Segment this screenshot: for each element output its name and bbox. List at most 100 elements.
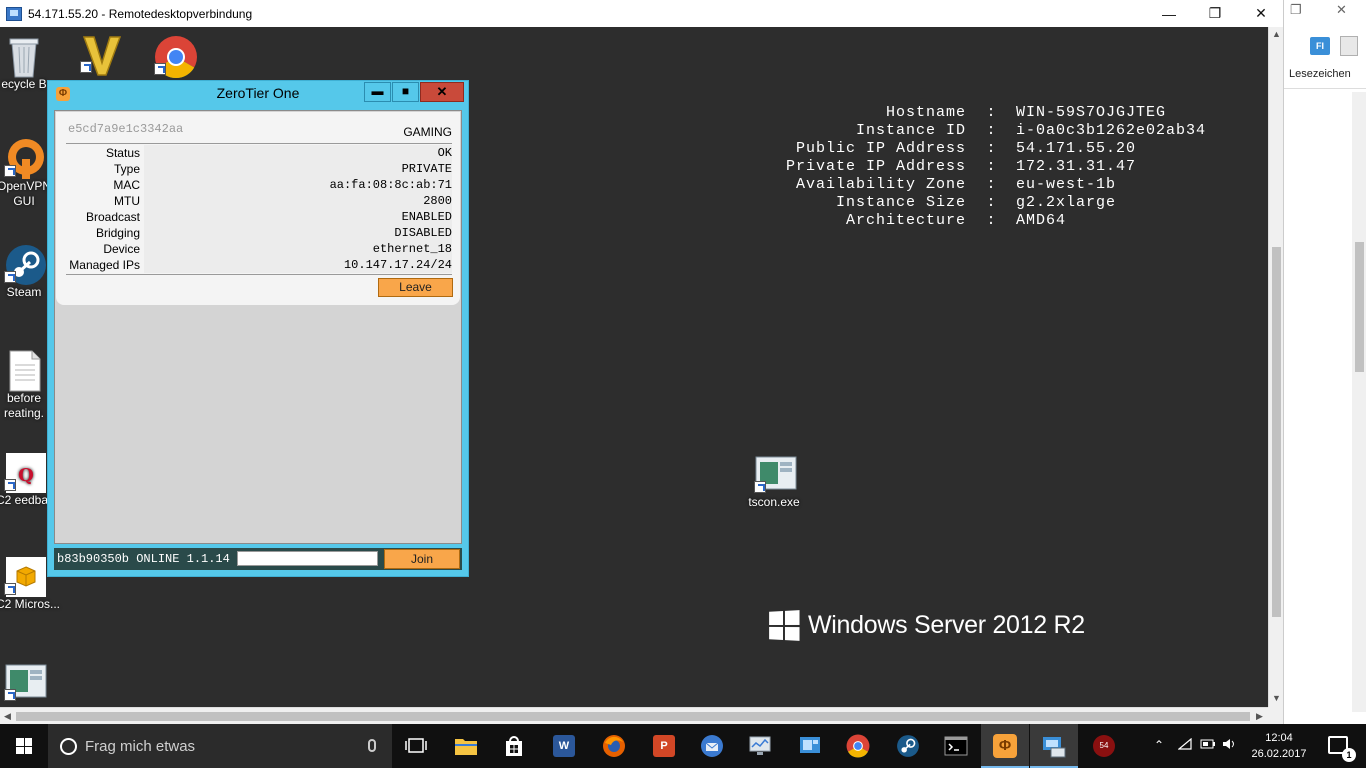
clock-time: 12:04 xyxy=(1265,732,1293,744)
network-properties: Status OK Type PRIVATE MAC aa:fa:08:8c:ab:7… xyxy=(66,145,452,273)
scroll-up-arrow-icon[interactable]: ▲ xyxy=(1269,27,1284,42)
server-info-row: Instance ID: i-0a0c3b1262e02ab34 xyxy=(770,122,1206,140)
volume-icon[interactable] xyxy=(1222,738,1238,753)
property-row: Device ethernet_18 xyxy=(66,241,452,257)
join-network-input[interactable] xyxy=(237,551,378,566)
taskbar-thunderbird[interactable] xyxy=(696,730,728,762)
taskbar-file-explorer[interactable] xyxy=(450,730,482,762)
windows-flag-icon xyxy=(769,610,800,641)
property-label: MAC xyxy=(113,178,140,192)
remote-horizontal-scrollbar[interactable]: ◀ ▶ xyxy=(0,707,1268,724)
start-button[interactable] xyxy=(0,724,48,768)
cortana-search-box[interactable]: Frag mich etwas xyxy=(48,724,392,768)
taskbar-powerpoint[interactable]: P xyxy=(648,730,680,762)
extension-icon[interactable] xyxy=(1340,36,1358,56)
command-prompt-icon xyxy=(944,736,968,756)
zerotier-titlebar[interactable]: Φ ZeroTier One ▬ ■ ✕ xyxy=(48,81,468,104)
desktop-icon-label: Steam xyxy=(6,285,42,299)
server-info-separator: : xyxy=(986,140,996,157)
remote-horizontal-scroll-thumb[interactable] xyxy=(16,712,1250,721)
desktop-icon-v-app[interactable] xyxy=(62,33,138,76)
taskbar-store[interactable] xyxy=(498,730,530,762)
bookmarks-label[interactable]: Lesezeichen xyxy=(1289,68,1351,80)
divider xyxy=(66,143,452,144)
bookmark-extension-icon[interactable]: FI xyxy=(1310,37,1330,55)
local-browser-scroll-thumb[interactable] xyxy=(1355,242,1364,372)
server-info-separator: : xyxy=(986,158,996,175)
scroll-right-arrow-icon[interactable]: ▶ xyxy=(1252,708,1267,725)
property-row: MTU 2800 xyxy=(66,193,452,209)
server-info-row: Hostname: WIN-59S7OJGJTEG xyxy=(770,104,1206,122)
property-value: ENABLED xyxy=(144,209,452,225)
taskbar-rdp-connection[interactable] xyxy=(1030,724,1078,768)
local-browser-scrollbar[interactable] xyxy=(1352,92,1366,712)
server-info-panel: Hostname: WIN-59S7OJGJTEG Instance ID: i-0… xyxy=(770,104,1206,230)
server-info-key: Hostname xyxy=(885,104,966,121)
store-icon xyxy=(506,736,522,756)
remote-desktop-icon xyxy=(6,6,22,21)
taskbar-steam[interactable] xyxy=(892,730,924,762)
desktop-icon-chrome[interactable] xyxy=(136,35,212,79)
rdp-restore-button[interactable]: ❐ xyxy=(1192,0,1238,27)
desktop-icon-tscon-shortcut[interactable] xyxy=(0,661,62,703)
show-hidden-icons-icon[interactable]: ⌃ xyxy=(1154,738,1164,752)
property-label: Broadcast xyxy=(85,210,140,224)
zerotier-close-button[interactable]: ✕ xyxy=(420,82,464,102)
system-tray: ⌃ 12:04 26.02.2017 1 xyxy=(1146,724,1366,768)
server-info-value: g2.2xlarge xyxy=(1016,194,1117,211)
server-info-separator: : xyxy=(986,212,996,229)
remote-vertical-scrollbar[interactable]: ▲ ▼ xyxy=(1268,27,1283,707)
app-54-icon: 54 xyxy=(1093,735,1115,757)
task-view-button[interactable] xyxy=(400,730,432,762)
zerotier-minimize-button[interactable]: ▬ xyxy=(364,82,391,102)
shortcut-arrow-icon xyxy=(4,583,16,595)
taskbar-remote-desktop-app[interactable] xyxy=(794,730,826,762)
ec2-microsoft-icon xyxy=(4,555,46,597)
property-value: 10.147.17.24/24 xyxy=(144,257,452,273)
property-label: Type xyxy=(113,162,140,176)
clock-date: 26.02.2017 xyxy=(1251,748,1307,760)
node-status: b83b90350b ONLINE 1.1.14 xyxy=(57,552,230,566)
property-label: Managed IPs xyxy=(69,258,140,272)
rdp-connection-icon xyxy=(1043,737,1066,758)
rdp-minimize-button[interactable]: — xyxy=(1146,0,1192,27)
shortcut-arrow-icon xyxy=(4,479,16,491)
scroll-down-arrow-icon[interactable]: ▼ xyxy=(1269,691,1284,706)
server-info-value: WIN-59S7OJGJTEG xyxy=(1016,104,1167,121)
taskbar-zerotier-active[interactable]: Φ xyxy=(981,724,1029,768)
property-value: OK xyxy=(144,145,452,161)
taskbar-cmd[interactable] xyxy=(940,730,972,762)
shortcut-arrow-icon xyxy=(754,481,766,493)
desktop-icon-label: EC2 Micros... xyxy=(0,597,60,611)
local-browser-close-button[interactable]: ✕ xyxy=(1336,2,1347,18)
v-app-icon xyxy=(80,33,122,76)
taskbar-word[interactable]: W xyxy=(548,730,580,762)
rdp-close-button[interactable]: ✕ xyxy=(1238,0,1284,27)
property-value: ethernet_18 xyxy=(144,241,452,257)
tscon-exe-icon xyxy=(754,453,797,493)
join-network-button[interactable]: Join xyxy=(384,549,460,569)
zerotier-network-list: e5cd7a9e1c3342aa GAMING Status OK Type PRI… xyxy=(54,110,462,544)
shortcut-arrow-icon xyxy=(4,689,16,701)
scroll-left-arrow-icon[interactable]: ◀ xyxy=(0,708,15,725)
zerotier-statusbar: b83b90350b ONLINE 1.1.14 Join xyxy=(54,548,462,570)
taskbar-app-54[interactable]: 54 xyxy=(1088,730,1120,762)
network-icon[interactable] xyxy=(1177,737,1192,753)
taskbar-monitor-app[interactable] xyxy=(744,730,776,762)
local-browser-restore-button[interactable]: ❐ xyxy=(1290,2,1302,18)
clock[interactable]: 12:04 26.02.2017 xyxy=(1248,730,1310,762)
remote-vertical-scroll-thumb[interactable] xyxy=(1272,247,1281,617)
taskbar-chrome[interactable] xyxy=(842,730,874,762)
zerotier-icon: Φ xyxy=(993,734,1017,758)
word-icon: W xyxy=(553,735,575,757)
battery-icon[interactable] xyxy=(1200,738,1216,752)
zerotier-maximize-button[interactable]: ■ xyxy=(392,82,419,102)
leave-network-button[interactable]: Leave xyxy=(378,278,453,297)
property-row: Status OK xyxy=(66,145,452,161)
server-info-separator: : xyxy=(986,122,996,139)
property-label: MTU xyxy=(114,194,140,208)
desktop-icon-tscon[interactable]: tscon.exe xyxy=(736,453,812,510)
server-info-row: Instance Size: g2.2xlarge xyxy=(770,194,1206,212)
microphone-icon[interactable] xyxy=(368,739,376,752)
taskbar-firefox[interactable] xyxy=(598,730,630,762)
